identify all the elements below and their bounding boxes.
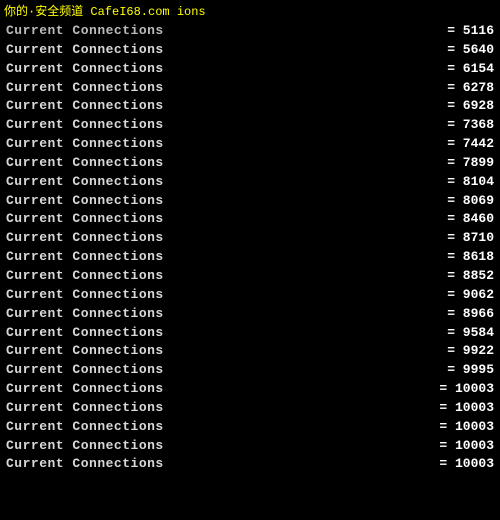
table-row: Current Connections = 7442 bbox=[6, 135, 494, 154]
connection-label: Current Connections bbox=[6, 437, 164, 456]
connection-label: Current Connections bbox=[6, 418, 164, 437]
connection-value: = 8966 bbox=[424, 305, 494, 324]
table-row: Current Connections = 6278 bbox=[6, 79, 494, 98]
connection-label: Current Connections bbox=[6, 342, 164, 361]
connection-value: = 8460 bbox=[424, 210, 494, 229]
connection-label: Current Connections bbox=[6, 135, 164, 154]
table-row: Current Connections = 5116 bbox=[6, 22, 494, 41]
table-row: Current Connections = 9922 bbox=[6, 342, 494, 361]
table-row: Current Connections = 6928 bbox=[6, 97, 494, 116]
watermark-bar: 你的·安全频道 CafeI68.com ions bbox=[0, 0, 500, 21]
connection-value: = 10003 bbox=[424, 399, 494, 418]
table-row: Current Connections = 10003 bbox=[6, 380, 494, 399]
connection-value: = 8618 bbox=[424, 248, 494, 267]
connection-value: = 9922 bbox=[424, 342, 494, 361]
table-row: Current Connections = 8069 bbox=[6, 192, 494, 211]
table-row: Current Connections = 10003 bbox=[6, 418, 494, 437]
connection-label: Current Connections bbox=[6, 173, 164, 192]
connection-label: Current Connections bbox=[6, 22, 164, 41]
table-row: Current Connections = 8618 bbox=[6, 248, 494, 267]
table-row: Current Connections = 8710 bbox=[6, 229, 494, 248]
connection-label: Current Connections bbox=[6, 229, 164, 248]
table-row: Current Connections = 9995 bbox=[6, 361, 494, 380]
connection-label: Current Connections bbox=[6, 41, 164, 60]
connection-label: Current Connections bbox=[6, 380, 164, 399]
connection-label: Current Connections bbox=[6, 361, 164, 380]
table-row: Current Connections = 10003 bbox=[6, 437, 494, 456]
connection-value: = 8104 bbox=[424, 173, 494, 192]
table-row: Current Connections = 8852 bbox=[6, 267, 494, 286]
connection-label: Current Connections bbox=[6, 324, 164, 343]
connection-label: Current Connections bbox=[6, 79, 164, 98]
table-row: Current Connections = 5640 bbox=[6, 41, 494, 60]
connection-label: Current Connections bbox=[6, 60, 164, 79]
table-row: Current Connections = 8460 bbox=[6, 210, 494, 229]
connection-label: Current Connections bbox=[6, 286, 164, 305]
connection-label: Current Connections bbox=[6, 154, 164, 173]
connection-value: = 5640 bbox=[424, 41, 494, 60]
connection-value: = 10003 bbox=[424, 418, 494, 437]
connection-label: Current Connections bbox=[6, 267, 164, 286]
table-row: Current Connections = 8966 bbox=[6, 305, 494, 324]
table-row: Current Connections = 8104 bbox=[6, 173, 494, 192]
connection-value: = 10003 bbox=[424, 437, 494, 456]
connection-value: = 8069 bbox=[424, 192, 494, 211]
table-row: Current Connections = 7899 bbox=[6, 154, 494, 173]
connection-value: = 8852 bbox=[424, 267, 494, 286]
connection-label: Current Connections bbox=[6, 305, 164, 324]
connection-label: Current Connections bbox=[6, 455, 164, 474]
connection-value: = 5116 bbox=[424, 22, 494, 41]
connection-label: Current Connections bbox=[6, 248, 164, 267]
connection-value: = 10003 bbox=[424, 455, 494, 474]
connection-label: Current Connections bbox=[6, 116, 164, 135]
connection-value: = 7899 bbox=[424, 154, 494, 173]
watermark-text: 你的·安全频道 CafeI68.com ions bbox=[4, 5, 206, 19]
terminal-output: Current Connections= 5116Current Connect… bbox=[0, 0, 500, 478]
connection-value: = 9584 bbox=[424, 324, 494, 343]
connection-label: Current Connections bbox=[6, 210, 164, 229]
connection-value: = 6278 bbox=[424, 79, 494, 98]
table-row: Current Connections = 9584 bbox=[6, 324, 494, 343]
connection-label: Current Connections bbox=[6, 192, 164, 211]
connection-value: = 7442 bbox=[424, 135, 494, 154]
connection-value: = 7368 bbox=[424, 116, 494, 135]
table-row: Current Connections = 10003 bbox=[6, 399, 494, 418]
connection-value: = 6154 bbox=[424, 60, 494, 79]
connection-value: = 6928 bbox=[424, 97, 494, 116]
table-row: Current Connections = 9062 bbox=[6, 286, 494, 305]
connection-value: = 9995 bbox=[424, 361, 494, 380]
table-row: Current Connections = 7368 bbox=[6, 116, 494, 135]
table-row: Current Connections = 6154 bbox=[6, 60, 494, 79]
connection-value: = 9062 bbox=[424, 286, 494, 305]
table-row: Current Connections = 10003 bbox=[6, 455, 494, 474]
connection-label: Current Connections bbox=[6, 97, 164, 116]
connection-value: = 8710 bbox=[424, 229, 494, 248]
connection-label: Current Connections bbox=[6, 399, 164, 418]
connection-value: = 10003 bbox=[424, 380, 494, 399]
